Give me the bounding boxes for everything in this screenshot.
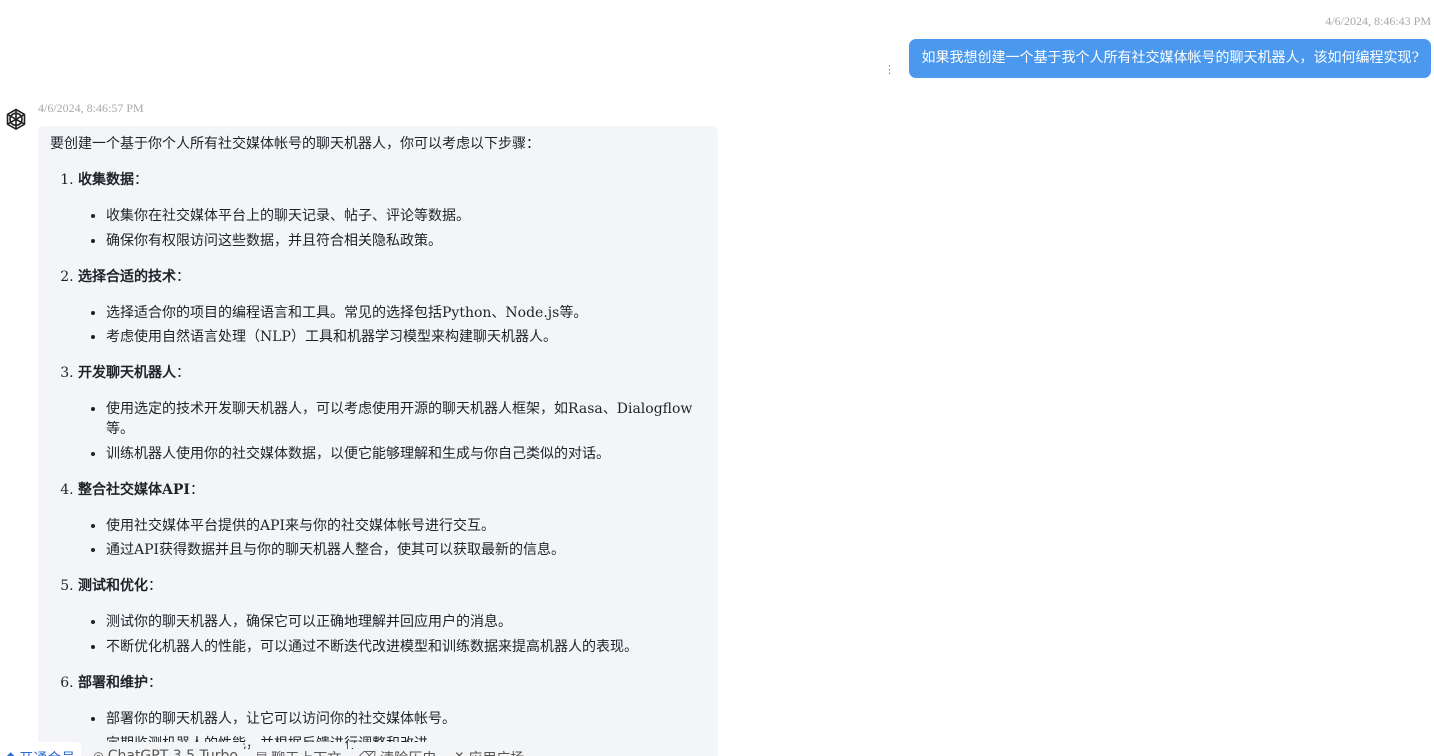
vip-button-label: 开通会员	[19, 748, 75, 756]
openai-logo-icon	[2, 106, 30, 134]
bullet-item: 收集你在社交媒体平台上的聊天记录、帖子、评论等数据。	[106, 206, 706, 226]
bullet-item: 训练机器人使用你的社交媒体数据，以便它能够理解和生成与你自己类似的对话。	[106, 444, 706, 464]
step-suffix: ：	[148, 578, 162, 595]
step-suffix: ：	[134, 172, 148, 188]
user-message-bubble: 如果我想创建一个基于我个人所有社交媒体帐号的聊天机器人，该如何编程实现?	[909, 39, 1431, 78]
bullet-item: 使用社交媒体平台提供的API来与你的社交媒体帐号进行交互。	[106, 516, 706, 536]
step-suffix: ：	[176, 268, 190, 285]
step-item: 整合社交媒体API： 使用社交媒体平台提供的API来与你的社交媒体帐号进行交互。…	[78, 480, 706, 561]
diamond-icon: ◆	[6, 749, 16, 756]
bullet-item: 确保你有权限访问这些数据，并且符合相关隐私政策。	[106, 231, 706, 251]
bullet-item: 部署你的聊天机器人，让它可以访问你的社交媒体帐号。	[106, 709, 706, 729]
bullet-list: 测试你的聊天机器人，确保它可以正确地理解并回应用户的消息。 不断优化机器人的性能…	[78, 612, 706, 657]
bullet-item: 测试你的聊天机器人，确保它可以正确地理解并回应用户的消息。	[106, 612, 706, 632]
user-message-timestamp: 4/6/2024, 8:46:43 PM	[1325, 14, 1431, 28]
clear-history-label: 清除历史	[380, 748, 436, 756]
steps-list: 收集数据： 收集你在社交媒体平台上的聊天记录、帖子、评论等数据。 确保你有权限访…	[50, 170, 706, 754]
chat-toolbar: ◆ 开通会员 ◎ ChatGPT 3.5 Turbo ▤ 聊天上下文 ⌫ 清除历…	[0, 742, 531, 756]
model-select-label: ChatGPT 3.5 Turbo	[107, 748, 238, 756]
more-options-icon[interactable]: ⋮	[884, 63, 895, 77]
broom-icon: ⌫	[359, 749, 377, 756]
context-button-label: 聊天上下文	[271, 748, 341, 756]
step-title: 开发聊天机器人	[78, 365, 176, 382]
step-title: 测试和优化	[78, 578, 148, 595]
bullet-item: 通过API获得数据并且与你的聊天机器人整合，使其可以获取最新的信息。	[106, 540, 706, 560]
bullet-item: 使用选定的技术开发聊天机器人，可以考虑使用开源的聊天机器人框架，如Rasa、Di…	[106, 399, 706, 439]
app-store-button[interactable]: ✕ 应用广场	[448, 742, 531, 756]
bullet-list: 使用选定的技术开发聊天机器人，可以考虑使用开源的聊天机器人框架，如Rasa、Di…	[78, 399, 706, 464]
bullet-item: 不断优化机器人的性能，可以通过不断迭代改进模型和训练数据来提高机器人的表现。	[106, 637, 706, 657]
step-item: 测试和优化： 测试你的聊天机器人，确保它可以正确地理解并回应用户的消息。 不断优…	[78, 576, 706, 657]
clear-history-button[interactable]: ⌫ 清除历史	[353, 742, 443, 756]
step-suffix: ：	[189, 481, 204, 498]
step-title: 收集数据	[78, 172, 134, 188]
vip-button[interactable]: ◆ 开通会员	[0, 742, 82, 756]
apps-icon: ✕	[454, 749, 465, 756]
chat-window: 4/6/2024, 8:46:43 PM ⋮ 如果我想创建一个基于我个人所有社交…	[0, 0, 1434, 756]
context-icon: ▤	[255, 749, 268, 756]
bullet-item: 选择适合你的项目的编程语言和工具。常见的选择包括Python、Node.js等。	[106, 303, 706, 323]
step-item: 收集数据： 收集你在社交媒体平台上的聊天记录、帖子、评论等数据。 确保你有权限访…	[78, 170, 706, 251]
model-select-button[interactable]: ◎ ChatGPT 3.5 Turbo	[87, 742, 244, 756]
step-title: 选择合适的技术	[78, 268, 176, 285]
step-suffix: ：	[148, 674, 162, 691]
step-item: 开发聊天机器人： 使用选定的技术开发聊天机器人，可以考虑使用开源的聊天机器人框架…	[78, 363, 706, 464]
model-icon: ◎	[93, 749, 104, 756]
step-item: 选择合适的技术： 选择适合你的项目的编程语言和工具。常见的选择包括Python、…	[78, 267, 706, 348]
bullet-list: 使用社交媒体平台提供的API来与你的社交媒体帐号进行交互。 通过API获得数据并…	[78, 516, 706, 561]
context-button[interactable]: ▤ 聊天上下文	[249, 742, 348, 756]
step-title: 部署和维护	[78, 674, 148, 691]
bot-message-timestamp: 4/6/2024, 8:46:57 PM	[38, 101, 144, 115]
bullet-list: 收集你在社交媒体平台上的聊天记录、帖子、评论等数据。 确保你有权限访问这些数据，…	[78, 206, 706, 251]
bullet-item: 考虑使用自然语言处理（NLP）工具和机器学习模型来构建聊天机器人。	[106, 327, 706, 347]
step-title: 整合社交媒体API	[78, 481, 190, 498]
bot-message-bubble: 要创建一个基于你个人所有社交媒体帐号的聊天机器人，你可以考虑以下步骤： 收集数据…	[38, 126, 718, 756]
bot-intro-text: 要创建一个基于你个人所有社交媒体帐号的聊天机器人，你可以考虑以下步骤：	[50, 136, 540, 152]
app-store-label: 应用广场	[468, 748, 524, 756]
step-suffix: ：	[176, 365, 190, 382]
bullet-list: 选择适合你的项目的编程语言和工具。常见的选择包括Python、Node.js等。…	[78, 303, 706, 348]
